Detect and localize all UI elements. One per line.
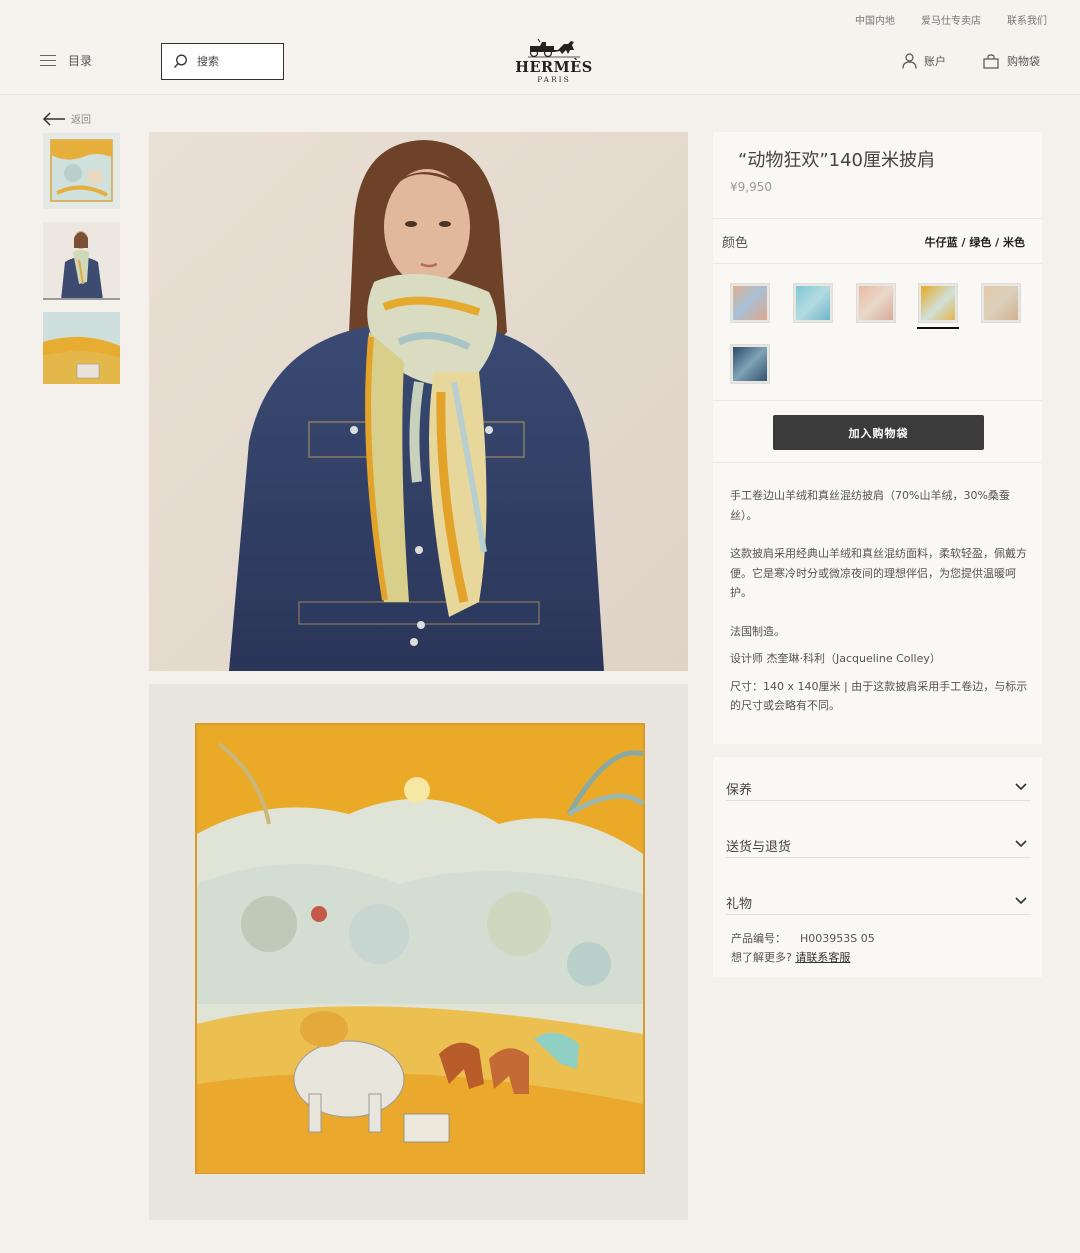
add-to-bag-button[interactable]: 加入购物袋 xyxy=(773,415,984,450)
thumbnail-detail[interactable] xyxy=(43,312,120,384)
product-price: ¥9,950 xyxy=(730,180,772,194)
chevron-down-icon xyxy=(1015,897,1027,905)
stores-link[interactable]: 爱马仕专卖店 xyxy=(921,12,981,27)
more-info-label: 想了解更多? xyxy=(731,951,792,964)
description-designer: 设计师 杰奎琳·科利（Jacqueline Colley） xyxy=(730,652,941,665)
color-swatch-1[interactable] xyxy=(730,283,770,323)
bag-label: 购物袋 xyxy=(1007,55,1040,68)
account-label: 账户 xyxy=(924,55,946,68)
color-swatch-4-selected[interactable] xyxy=(917,283,959,329)
arrow-left-icon xyxy=(42,112,65,126)
logo-city: PARIS xyxy=(537,75,571,84)
color-swatch-6[interactable] xyxy=(730,344,770,384)
description-material: 手工卷边山羊绒和真丝混纺披肩（70%山羊绒，30%桑蚕丝）。 xyxy=(730,489,1010,522)
divider xyxy=(713,218,1042,219)
search-icon xyxy=(173,54,187,68)
color-value: 牛仔蓝 / 绿色 / 米色 xyxy=(924,236,1025,249)
accordion-care[interactable]: 保养 xyxy=(726,757,1031,801)
back-link[interactable]: 返回 xyxy=(42,111,91,126)
accordion-delivery-label: 送货与退货 xyxy=(726,840,792,855)
chevron-down-icon xyxy=(1015,840,1027,848)
hermes-logo[interactable]: HERMÈS PARIS xyxy=(512,38,596,84)
color-swatch-5[interactable] xyxy=(981,283,1021,323)
product-meta: 产品编号： H003953S 05 想了解更多? 请联系客服 xyxy=(731,929,875,967)
bag-icon xyxy=(983,53,999,69)
contact-link[interactable]: 联系我们 xyxy=(1007,12,1047,27)
search-box[interactable] xyxy=(161,43,284,80)
description-details: 这款披肩采用经典山羊绒和真丝混纺面料，柔软轻盈，佩戴方便。它是寒冷时分或微凉夜间… xyxy=(730,547,1027,599)
utility-links: 中国内地 爱马仕专卖店 联系我们 xyxy=(855,12,1047,27)
product-accordion: 保养 送货与退货 礼物 产品编号： H003953S 05 想了解更多? 请联系客… xyxy=(713,757,1042,977)
color-swatch-3[interactable] xyxy=(856,283,896,323)
top-bar: 中国内地 爱马仕专卖店 联系我们 目录 HERMÈS PARIS 账户 xyxy=(0,0,1080,95)
accordion-gift-label: 礼物 xyxy=(726,897,753,912)
accordion-care-label: 保养 xyxy=(726,783,753,798)
shopping-bag-button[interactable]: 购物袋 xyxy=(983,53,1040,69)
thumbnail-model[interactable] xyxy=(43,222,120,300)
contact-customer-service-link[interactable]: 请联系客服 xyxy=(795,951,850,964)
region-link[interactable]: 中国内地 xyxy=(855,12,895,27)
divider xyxy=(713,400,1042,401)
main-product-image-scarf xyxy=(149,684,688,1220)
color-label: 颜色 xyxy=(722,236,749,251)
logo-wordmark: HERMÈS xyxy=(515,59,593,76)
accordion-delivery-returns[interactable]: 送货与退货 xyxy=(726,814,1031,858)
product-description: 手工卷边山羊绒和真丝混纺披肩（70%山羊绒，30%桑蚕丝）。 这款披肩采用经典山… xyxy=(730,486,1030,724)
description-size: 尺寸：140 x 140厘米 | 由于这款披肩采用手工卷边，与标示的尺寸或会略有… xyxy=(730,679,1028,713)
chevron-down-icon xyxy=(1015,783,1027,791)
divider xyxy=(713,462,1042,463)
product-code-label: 产品编号： xyxy=(731,932,786,945)
description-origin: 法国制造。 xyxy=(730,624,785,638)
main-product-image-model xyxy=(149,132,688,671)
menu-button[interactable]: 目录 xyxy=(40,52,92,69)
product-title: “动物狂欢”140厘米披肩 xyxy=(738,150,936,171)
thumbnail-scarf-flat[interactable] xyxy=(43,133,120,209)
product-info-panel: “动物狂欢”140厘米披肩 ¥9,950 颜色 牛仔蓝 / 绿色 / 米色 加入… xyxy=(713,132,1042,744)
product-code-value: H003953S 05 xyxy=(800,932,875,945)
menu-label: 目录 xyxy=(68,54,93,68)
search-input[interactable] xyxy=(197,55,267,68)
hamburger-icon xyxy=(40,54,56,67)
back-label: 返回 xyxy=(71,115,91,126)
divider xyxy=(713,263,1042,264)
accordion-gift[interactable]: 礼物 xyxy=(726,871,1031,915)
account-button[interactable]: 账户 xyxy=(902,53,946,69)
color-swatch-2[interactable] xyxy=(793,283,833,323)
user-icon xyxy=(902,53,917,69)
carriage-logo-icon xyxy=(528,38,580,58)
